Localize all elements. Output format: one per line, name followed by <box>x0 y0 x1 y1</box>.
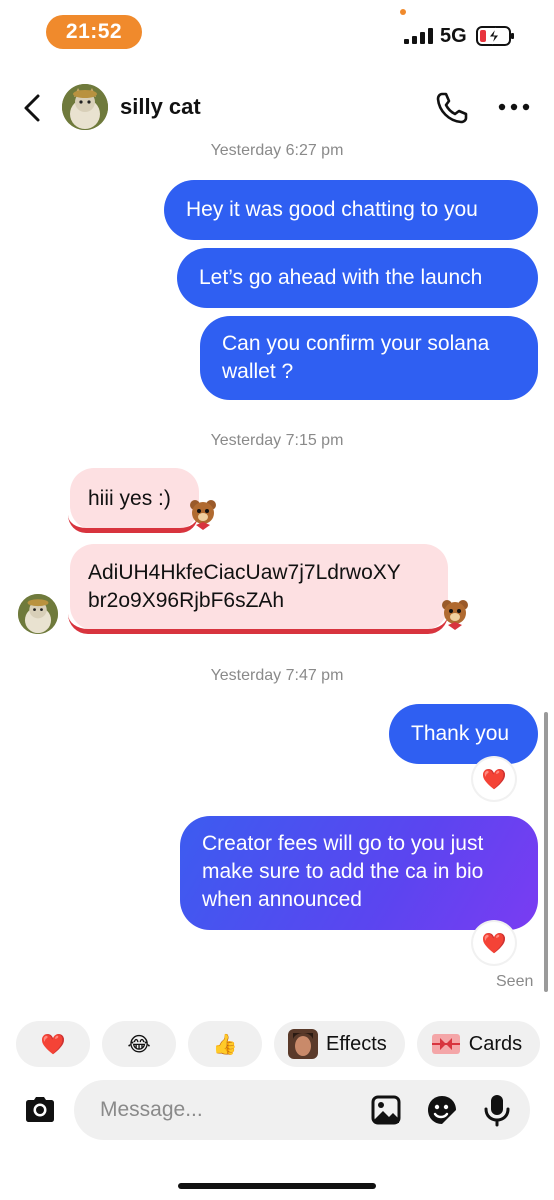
thumbs-up-icon: 👍 <box>212 1033 238 1056</box>
gift-card-icon <box>431 1034 460 1054</box>
reaction-heart[interactable]: ❤️ <box>473 922 515 964</box>
message-text-line: Creator fees will go to you just <box>202 832 484 855</box>
incoming-underline <box>68 614 448 634</box>
back-icon[interactable] <box>18 92 46 124</box>
incoming-underline <box>68 515 198 533</box>
message-text-line: make sure to add the ca in bio <box>202 860 484 883</box>
outgoing-message[interactable]: Let’s go ahead with the launch <box>177 248 538 308</box>
contact-name[interactable]: silly cat <box>120 94 201 120</box>
outgoing-message[interactable]: Can you confirm your solana wallet ? <box>200 316 538 400</box>
quick-reaction-heart[interactable]: ❤️ <box>16 1021 90 1067</box>
status-time[interactable]: 21:52 <box>46 15 142 49</box>
quick-reactions-bar: ❤️ 😂 👍 Effects Cards <box>16 1021 541 1067</box>
network-label: 5G <box>440 25 467 47</box>
seen-indicator: Seen <box>496 973 534 990</box>
laugh-icon: 😂 <box>127 1033 151 1056</box>
heart-icon: ❤️ <box>481 932 507 955</box>
message-text: hiii yes :) <box>88 487 171 510</box>
status-bar: 21:52 5G <box>0 0 554 64</box>
message-text: Hey it was good chatting to you <box>186 198 478 221</box>
more-icon[interactable] <box>498 102 530 112</box>
outgoing-message[interactable]: Creator fees will go to you just make su… <box>180 816 538 930</box>
message-text-line: when announced <box>202 888 362 911</box>
effects-face-icon <box>288 1029 318 1059</box>
cards-button[interactable]: Cards <box>416 1021 541 1067</box>
effects-button[interactable]: Effects <box>274 1021 405 1067</box>
quick-reaction-laugh[interactable]: 😂 <box>102 1021 176 1067</box>
scrollbar[interactable] <box>544 712 548 992</box>
message-text-line: Can you confirm your solana <box>222 332 490 355</box>
chat-header: silly cat <box>0 72 554 144</box>
message-text-line: AdiUH4HkfeCiacUaw7j7LdrwoXY <box>88 561 401 584</box>
sticker-icon[interactable] <box>426 1094 458 1126</box>
reaction-heart[interactable]: ❤️ <box>473 758 515 800</box>
camera-icon[interactable] <box>22 1092 58 1128</box>
battery-charging-icon <box>476 26 514 46</box>
message-text-line: br2o9X96RjbF6sZAh <box>88 589 285 612</box>
message-text: Thank you <box>411 722 510 745</box>
quick-reaction-thumbs-up[interactable]: 👍 <box>188 1021 262 1067</box>
timestamp: Yesterday 7:15 pm <box>210 432 344 449</box>
message-composer <box>0 1080 554 1140</box>
home-indicator[interactable] <box>178 1183 376 1189</box>
privacy-indicator-dot <box>400 9 406 15</box>
outgoing-message[interactable]: Thank you <box>389 704 538 764</box>
timestamp: Yesterday 7:47 pm <box>210 667 344 684</box>
effects-label: Effects <box>326 1032 387 1055</box>
contact-avatar[interactable] <box>62 84 108 130</box>
bear-sticker-icon <box>442 600 468 630</box>
contact-avatar-small[interactable] <box>18 594 58 634</box>
heart-icon: ❤️ <box>481 768 507 791</box>
message-box <box>74 1080 530 1140</box>
gallery-icon[interactable] <box>370 1094 402 1126</box>
heart-icon: ❤️ <box>40 1033 66 1056</box>
timestamp: Yesterday 6:27 pm <box>210 142 344 159</box>
outgoing-message[interactable]: Hey it was good chatting to you <box>164 180 538 240</box>
cards-label: Cards <box>468 1032 523 1055</box>
message-text: Let’s go ahead with the launch <box>199 266 483 289</box>
message-input[interactable] <box>100 1080 360 1140</box>
signal-icon <box>404 28 433 44</box>
phone-icon[interactable] <box>434 90 470 126</box>
message-text-line: wallet ? <box>222 360 294 383</box>
bear-sticker-icon <box>190 500 216 530</box>
mic-icon[interactable] <box>482 1093 512 1127</box>
